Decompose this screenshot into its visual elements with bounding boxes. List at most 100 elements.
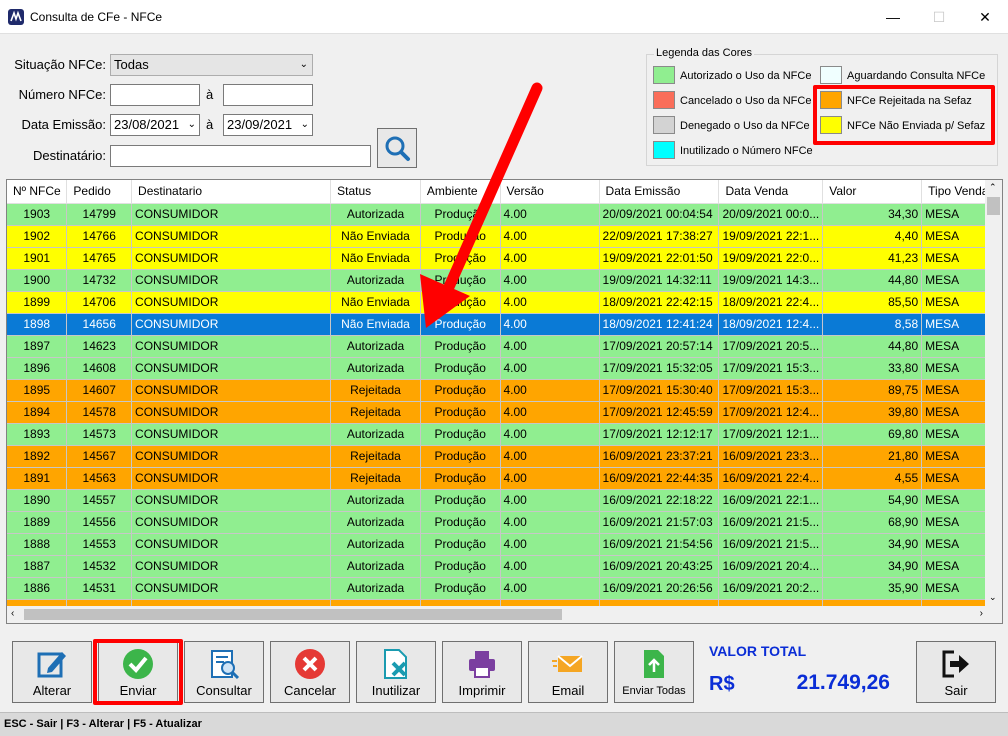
- vertical-scroll-thumb[interactable]: [987, 197, 1000, 215]
- data-from-picker[interactable]: 23/08/2021 ⌄: [110, 114, 200, 136]
- table-row[interactable]: 1902 14766 CONSUMIDOR Não Enviada Produção 4.…: [7, 225, 1002, 248]
- legend-swatch-cancelado: [653, 91, 675, 109]
- consultar-button[interactable]: Consultar: [184, 641, 264, 703]
- table-cell: 16/09/2021 22:4...: [718, 467, 824, 490]
- table-cell: 18/09/2021 12:41:24: [599, 313, 720, 336]
- maximize-button[interactable]: ☐: [916, 0, 962, 34]
- table-cell: 1894: [7, 401, 68, 424]
- column-header[interactable]: Ambiente: [420, 180, 501, 204]
- table-row[interactable]: 1899 14706 CONSUMIDOR Não Enviada Produção 4.…: [7, 291, 1002, 314]
- column-header[interactable]: Status: [330, 180, 421, 204]
- table-cell: 4.00: [500, 379, 600, 402]
- column-header[interactable]: Nº NFCe: [7, 180, 68, 204]
- column-header[interactable]: Pedido: [66, 180, 133, 204]
- table-cell: 4,40: [822, 225, 923, 248]
- table-cell: Produção: [420, 555, 501, 578]
- table-cell: Autorizada: [330, 533, 421, 556]
- table-row[interactable]: 1903 14799 CONSUMIDOR Autorizada Produção 4.0…: [7, 203, 1002, 226]
- column-header[interactable]: Versão: [500, 180, 600, 204]
- table-cell: 14578: [66, 401, 133, 424]
- numero-from-input[interactable]: [110, 84, 200, 106]
- table-row[interactable]: 1890 14557 CONSUMIDOR Autorizada Produção 4.0…: [7, 489, 1002, 512]
- legend-label-cancelado: Cancelado o Uso da NFCe: [680, 95, 812, 107]
- table-cell: 4.00: [500, 423, 600, 446]
- table-cell: 68,90: [822, 511, 923, 534]
- table-row[interactable]: 1886 14531 CONSUMIDOR Autorizada Produção 4.0…: [7, 577, 1002, 600]
- table-row[interactable]: 1898 14656 CONSUMIDOR Não Enviada Produção 4.…: [7, 313, 1002, 336]
- table-row[interactable]: 1900 14732 CONSUMIDOR Autorizada Produção 4.0…: [7, 269, 1002, 292]
- table-row[interactable]: 1896 14608 CONSUMIDOR Autorizada Produção 4.0…: [7, 357, 1002, 380]
- table-cell: Produção: [420, 533, 501, 556]
- destinatario-input[interactable]: [110, 145, 371, 167]
- cancelar-button[interactable]: Cancelar: [270, 641, 350, 703]
- table-cell: Rejeitada: [330, 379, 421, 402]
- table-row[interactable]: 1889 14556 CONSUMIDOR Autorizada Produção 4.0…: [7, 511, 1002, 534]
- table-cell: Produção: [420, 335, 501, 358]
- legend-swatch-denegado: [653, 116, 675, 134]
- table-row[interactable]: 1895 14607 CONSUMIDOR Rejeitada Produção 4.00…: [7, 379, 1002, 402]
- horizontal-scroll-thumb[interactable]: [24, 609, 562, 620]
- table-row[interactable]: 1894 14578 CONSUMIDOR Rejeitada Produção 4.00…: [7, 401, 1002, 424]
- table-cell: 21,80: [822, 445, 923, 468]
- table-cell: 4.00: [500, 357, 600, 380]
- table-cell: Autorizada: [330, 555, 421, 578]
- horizontal-scrollbar[interactable]: ‹ ›: [7, 606, 987, 623]
- table-row[interactable]: 1891 14563 CONSUMIDOR Rejeitada Produção 4.00…: [7, 467, 1002, 490]
- table-cell: Autorizada: [330, 357, 421, 380]
- table-cell: 14623: [66, 335, 133, 358]
- minimize-button[interactable]: —: [870, 0, 916, 34]
- table-cell: Produção: [420, 401, 501, 424]
- numero-to-input[interactable]: [223, 84, 313, 106]
- table-row[interactable]: 1901 14765 CONSUMIDOR Não Enviada Produção 4.…: [7, 247, 1002, 270]
- table-cell: 4.00: [500, 225, 600, 248]
- table-row[interactable]: 1893 14573 CONSUMIDOR Autorizada Produção 4.0…: [7, 423, 1002, 446]
- vertical-scrollbar[interactable]: ⌃ ⌄: [985, 180, 1002, 623]
- table-row[interactable]: 1888 14553 CONSUMIDOR Autorizada Produção 4.0…: [7, 533, 1002, 556]
- data-to-picker[interactable]: 23/09/2021 ⌄: [223, 114, 313, 136]
- column-header[interactable]: Destinatario: [131, 180, 332, 204]
- highlight-box-enviar: [93, 639, 183, 705]
- table-cell: 14553: [66, 533, 133, 556]
- table-row[interactable]: 1892 14567 CONSUMIDOR Rejeitada Produção 4.00…: [7, 445, 1002, 468]
- scroll-down-icon: ⌄: [989, 592, 997, 602]
- table-cell: 17/09/2021 15:32:05: [599, 357, 720, 380]
- table-cell: CONSUMIDOR: [131, 247, 332, 270]
- table-cell: CONSUMIDOR: [131, 533, 332, 556]
- table-row[interactable]: 1897 14623 CONSUMIDOR Autorizada Produção 4.0…: [7, 335, 1002, 358]
- email-icon: [552, 655, 583, 672]
- situacao-select[interactable]: Todas ⌄: [110, 54, 313, 76]
- total-panel: VALOR TOTAL R$ 21.749,26: [700, 643, 892, 703]
- table-cell: CONSUMIDOR: [131, 291, 332, 314]
- column-header[interactable]: Data Emissão: [599, 180, 720, 204]
- table-cell: 4.00: [500, 489, 600, 512]
- table-cell: CONSUMIDOR: [131, 445, 332, 468]
- table-cell: Produção: [420, 445, 501, 468]
- table-cell: 4.00: [500, 555, 600, 578]
- table-cell: 39,80: [822, 401, 923, 424]
- table-row[interactable]: 1887 14532 CONSUMIDOR Autorizada Produção 4.0…: [7, 555, 1002, 578]
- nfce-grid[interactable]: Nº NFCe Pedido Destinatario Status Ambiente V…: [6, 179, 1003, 624]
- column-header[interactable]: Data Venda: [718, 180, 824, 204]
- legend-label-aguardando: Aguardando Consulta NFCe: [847, 70, 986, 82]
- total-value: 21.749,26: [796, 671, 890, 694]
- imprimir-button[interactable]: Imprimir: [442, 641, 522, 703]
- table-cell: 4.00: [500, 313, 600, 336]
- email-button[interactable]: Email: [528, 641, 608, 703]
- table-cell: 1903: [7, 203, 68, 226]
- table-cell: 18/09/2021 12:4...: [718, 313, 824, 336]
- table-cell: 14563: [66, 467, 133, 490]
- search-button[interactable]: [377, 128, 417, 168]
- table-cell: Autorizada: [330, 423, 421, 446]
- close-button[interactable]: ✕: [962, 0, 1008, 34]
- table-cell: 14532: [66, 555, 133, 578]
- table-cell: 16/09/2021 22:1...: [718, 489, 824, 512]
- numero-label: Número NFCe:: [18, 87, 106, 102]
- table-cell: 1895: [7, 379, 68, 402]
- inutilizar-button[interactable]: Inutilizar: [356, 641, 436, 703]
- alterar-button[interactable]: Alterar: [12, 641, 92, 703]
- enviar-todas-button[interactable]: Enviar Todas: [614, 641, 694, 703]
- column-header[interactable]: Valor: [822, 180, 923, 204]
- table-cell: Não Enviada: [330, 313, 421, 336]
- table-cell: 19/09/2021 22:0...: [718, 247, 824, 270]
- sair-button[interactable]: Sair: [916, 641, 996, 703]
